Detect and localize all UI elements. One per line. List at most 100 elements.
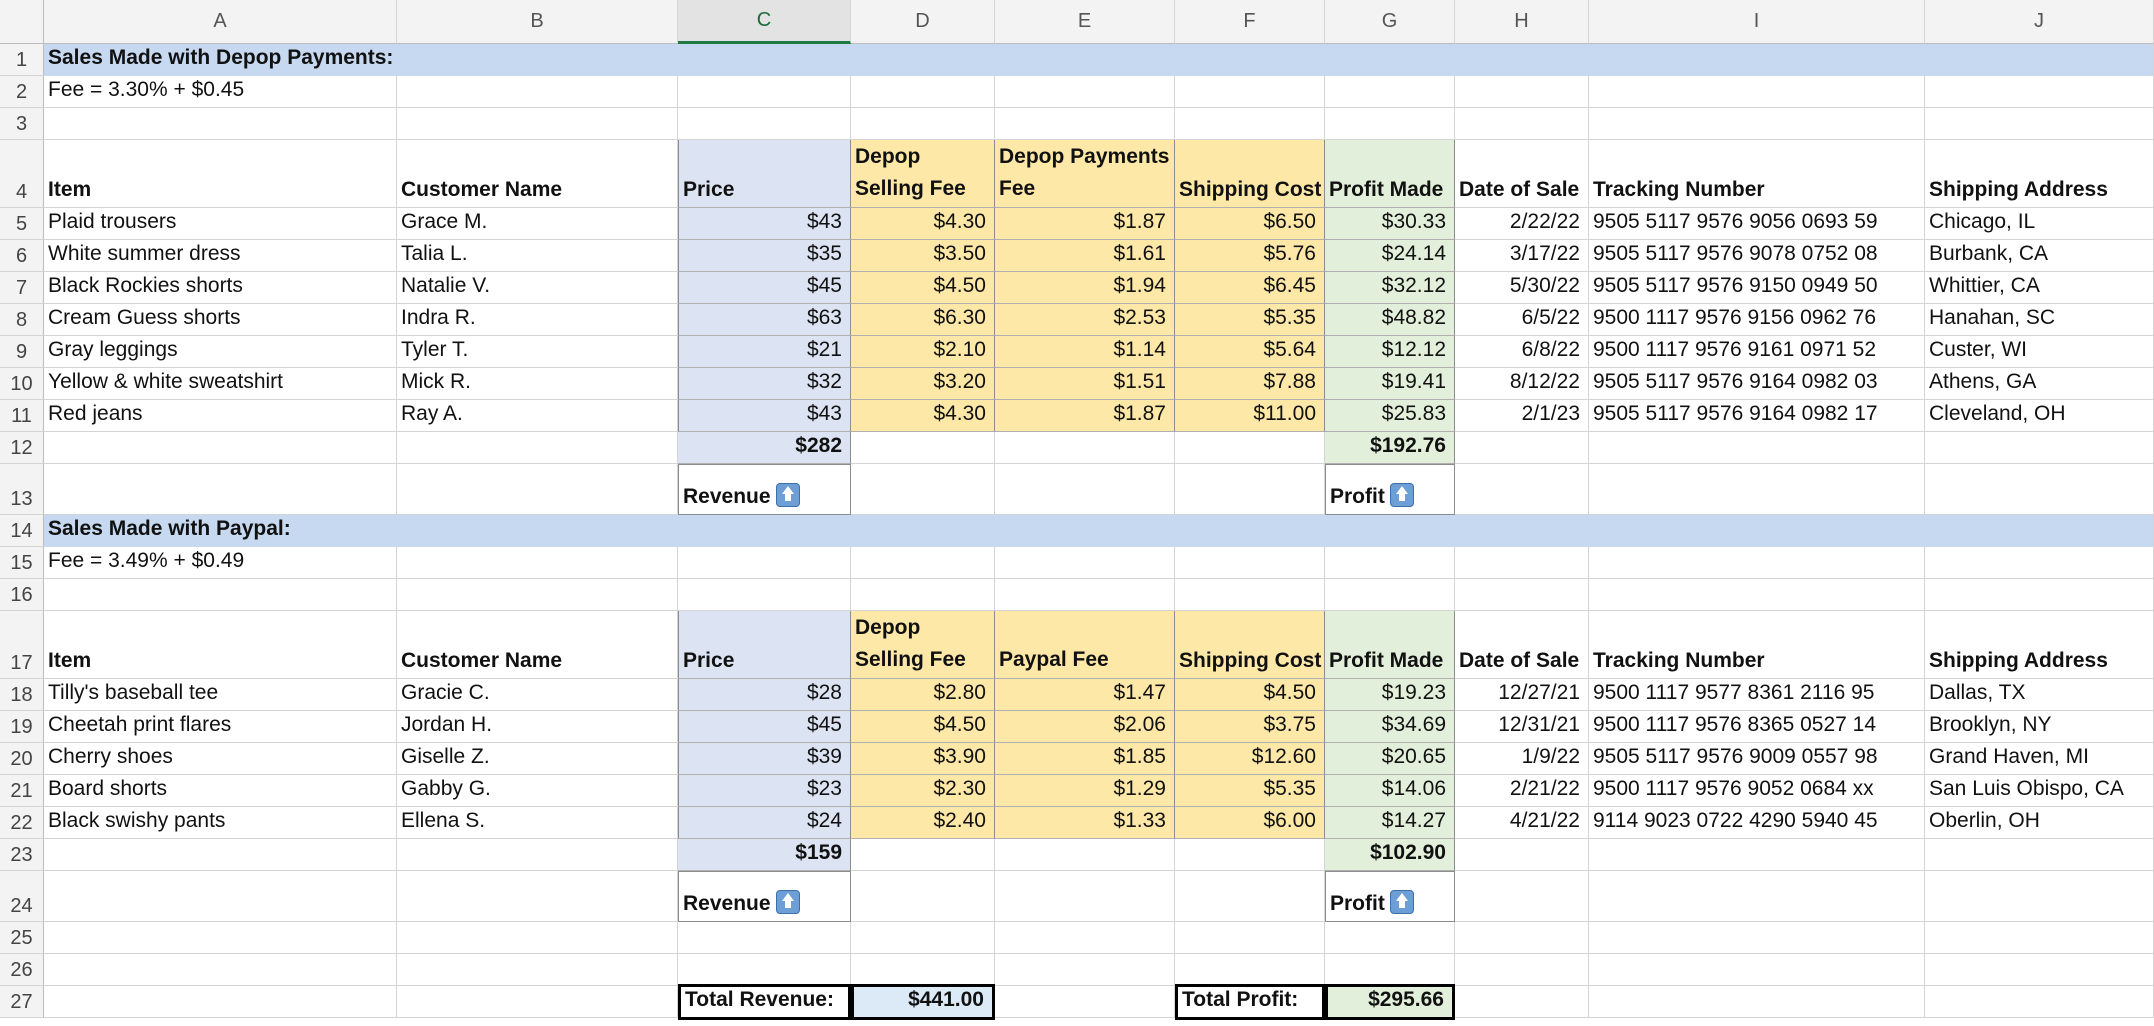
grid-cell[interactable] [1589,464,1925,515]
grid-cell[interactable] [1455,547,1589,579]
grid-cell[interactable] [1589,547,1925,579]
table-cell[interactable]: $6.30 [851,304,995,336]
row-header-19[interactable]: 19 [0,711,44,743]
table-cell[interactable]: San Luis Obispo, CA [1925,775,2154,807]
up-arrow-icon[interactable] [1389,890,1414,914]
profit-label-cell[interactable]: Profit [1325,871,1455,922]
table-cell[interactable]: 9505 5117 9576 9150 0949 50 [1589,272,1925,304]
grid-cell[interactable] [397,108,678,140]
grid-cell[interactable] [1925,839,2154,871]
grid-cell[interactable] [397,922,678,954]
column-header-f[interactable]: F [1175,0,1325,44]
grid-cell[interactable] [1175,432,1325,464]
table-cell[interactable]: $23 [678,775,851,807]
row-header-16[interactable]: 16 [0,579,44,611]
table-cell[interactable]: Talia L. [397,240,678,272]
grid-cell[interactable] [995,922,1175,954]
table-cell[interactable]: Jordan H. [397,711,678,743]
grid-cell[interactable] [678,579,851,611]
grid-cell[interactable] [678,76,851,108]
grid-cell[interactable] [995,579,1175,611]
table-cell[interactable]: Indra R. [397,304,678,336]
grid-cell[interactable] [1175,922,1325,954]
header-profit-made[interactable]: Profit Made [1325,611,1455,679]
table-cell[interactable]: Gray leggings [44,336,397,368]
table-cell[interactable]: $4.30 [851,400,995,432]
header-customer-name[interactable]: Customer Name [397,611,678,679]
total-profit-label[interactable]: Total Profit: [1175,984,1325,1020]
fee-note[interactable]: Fee = 3.30% + $0.45 [44,76,397,108]
table-cell[interactable]: 12/31/21 [1455,711,1589,743]
grid-cell[interactable] [397,871,678,922]
grid-cell[interactable] [44,432,397,464]
table-cell[interactable]: 9500 1117 9577 8361 2116 95 [1589,679,1925,711]
grid-cell[interactable] [1455,871,1589,922]
table-cell[interactable]: $2.40 [851,807,995,839]
row-header-20[interactable]: 20 [0,743,44,775]
table-cell[interactable]: $2.80 [851,679,995,711]
table-cell[interactable]: Athens, GA [1925,368,2154,400]
table-cell[interactable]: $1.29 [995,775,1175,807]
table-cell[interactable]: Black Rockies shorts [44,272,397,304]
select-all-corner[interactable] [0,0,44,44]
grid-cell[interactable] [678,547,851,579]
table-cell[interactable]: Dallas, TX [1925,679,2154,711]
header-shipping-cost[interactable]: Shipping Cost [1175,140,1325,208]
grid-cell[interactable] [851,579,995,611]
table-cell[interactable]: Cleveland, OH [1925,400,2154,432]
grid-cell[interactable] [1925,108,2154,140]
table-cell[interactable]: Red jeans [44,400,397,432]
grid-cell[interactable] [1925,464,2154,515]
table-cell[interactable]: Brooklyn, NY [1925,711,2154,743]
grid-cell[interactable] [1455,922,1589,954]
grid-cell[interactable] [851,108,995,140]
header-item[interactable]: Item [44,140,397,208]
grid-cell[interactable] [1455,108,1589,140]
row-header-4[interactable]: 4 [0,140,44,208]
fee-note[interactable]: Fee = 3.49% + $0.49 [44,547,397,579]
column-header-h[interactable]: H [1455,0,1589,44]
table-cell[interactable]: $4.50 [851,272,995,304]
grid-cell[interactable] [678,954,851,986]
table-cell[interactable]: $48.82 [1325,304,1455,336]
table-cell[interactable]: $21 [678,336,851,368]
table-cell[interactable]: $43 [678,400,851,432]
grid-cell[interactable] [995,871,1175,922]
grid-cell[interactable] [1589,871,1925,922]
section-title-band[interactable]: Sales Made with Depop Payments: [44,44,2154,76]
grid-cell[interactable] [1455,954,1589,986]
table-cell[interactable]: 12/27/21 [1455,679,1589,711]
table-cell[interactable]: $1.85 [995,743,1175,775]
table-cell[interactable]: Cheetah print flares [44,711,397,743]
total-revenue-label[interactable]: Total Revenue: [678,984,851,1020]
table-cell[interactable]: 6/5/22 [1455,304,1589,336]
row-header-10[interactable]: 10 [0,368,44,400]
table-cell[interactable]: $32.12 [1325,272,1455,304]
table-cell[interactable]: Natalie V. [397,272,678,304]
grid-cell[interactable] [397,432,678,464]
grid-cell[interactable] [1455,76,1589,108]
grid-cell[interactable] [1175,76,1325,108]
table-cell[interactable]: $14.06 [1325,775,1455,807]
table-cell[interactable]: $45 [678,272,851,304]
profit-total[interactable]: $102.90 [1325,839,1455,871]
row-header-7[interactable]: 7 [0,272,44,304]
table-cell[interactable]: Custer, WI [1925,336,2154,368]
spreadsheet-grid[interactable]: A B C D E F G H I J 1 2 3 4 5 6 7 8 9 10 11 12 13 14 15 16 17 18 19 2… [0,0,2154,1026]
table-cell[interactable]: 9114 9023 0722 4290 5940 45 [1589,807,1925,839]
header-shipping-address[interactable]: Shipping Address [1925,611,2154,679]
table-cell[interactable]: $35 [678,240,851,272]
grid-cell[interactable] [1589,986,1925,1018]
header-profit-made[interactable]: Profit Made [1325,140,1455,208]
grid-cell[interactable] [1325,579,1455,611]
table-cell[interactable]: $19.23 [1325,679,1455,711]
row-header-8[interactable]: 8 [0,304,44,336]
header-depop-payments-fee[interactable]: Depop Payments Fee [995,140,1175,208]
table-cell[interactable]: 9505 5117 9576 9056 0693 59 [1589,208,1925,240]
table-cell[interactable]: 3/17/22 [1455,240,1589,272]
table-cell[interactable]: 2/1/23 [1455,400,1589,432]
table-cell[interactable]: 9500 1117 9576 9052 0684 xx [1589,775,1925,807]
grid-cell[interactable] [397,954,678,986]
column-header-d[interactable]: D [851,0,995,44]
table-cell[interactable]: $1.61 [995,240,1175,272]
